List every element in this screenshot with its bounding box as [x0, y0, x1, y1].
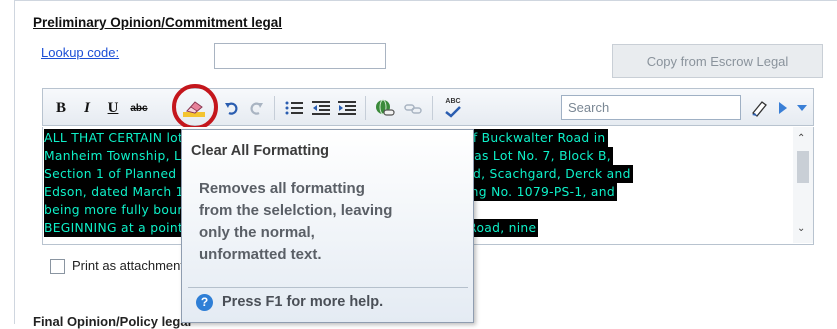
final-section-title: Final Opinion/Policy legal	[33, 314, 192, 329]
chevron-down-icon	[797, 105, 807, 111]
increase-indent-icon	[338, 101, 356, 115]
dropdown-button[interactable]	[794, 97, 810, 119]
tooltip-body: Removes all formatting from the selelcti…	[199, 180, 393, 263]
copy-from-escrow-legal-button[interactable]: Copy from Escrow Legal	[612, 44, 823, 78]
scroll-thumb[interactable]	[797, 151, 809, 183]
remove-link-button[interactable]	[402, 97, 424, 119]
undo-button[interactable]	[223, 97, 241, 119]
highlighter-icon	[752, 101, 767, 117]
spell-check-label: ABC	[445, 98, 461, 105]
decrease-indent-icon	[312, 101, 330, 115]
search-input[interactable]: Search	[561, 95, 741, 120]
redo-icon	[250, 102, 263, 115]
toolbar-separator	[432, 96, 433, 120]
tooltip-title: Clear All Formatting	[191, 143, 330, 159]
underline-button[interactable]: U	[105, 97, 121, 119]
decrease-indent-button[interactable]	[311, 97, 331, 119]
tooltip-help-text: Press F1 for more help.	[222, 294, 384, 310]
increase-indent-button[interactable]	[337, 97, 357, 119]
section-title: Preliminary Opinion/Commitment legal	[33, 15, 283, 30]
insert-link-icon	[376, 99, 395, 116]
print-as-attachment-label: Print as attachment	[72, 258, 184, 273]
scroll-down-icon[interactable]: ⌄	[797, 223, 805, 234]
bold-button[interactable]: B	[53, 97, 69, 119]
spell-check-icon	[445, 106, 461, 118]
lookup-code-input[interactable]	[214, 43, 386, 69]
undo-icon	[225, 102, 238, 115]
highlighter-button[interactable]	[749, 97, 771, 119]
bulleted-list-icon	[285, 101, 303, 115]
redo-button[interactable]	[247, 97, 265, 119]
italic-button[interactable]: I	[79, 97, 95, 119]
editor-toolbar: B I U abc ABC Search	[42, 88, 814, 126]
bulleted-list-button[interactable]	[284, 97, 304, 119]
insert-link-button[interactable]	[374, 97, 396, 119]
print-as-attachment-checkbox[interactable]	[50, 259, 65, 274]
remove-link-icon	[404, 104, 422, 114]
help-icon: ?	[196, 294, 213, 311]
lookup-code-link[interactable]: Lookup code:	[41, 45, 119, 60]
spell-check-button[interactable]: ABC	[441, 97, 465, 119]
play-button[interactable]	[776, 97, 790, 119]
callout-circle	[172, 84, 218, 130]
play-icon	[779, 102, 787, 114]
tooltip-divider	[188, 287, 468, 288]
toolbar-separator	[274, 96, 275, 120]
toolbar-separator	[365, 96, 366, 120]
vertical-scrollbar[interactable]: ⌃ ⌄	[793, 127, 813, 243]
tooltip: Clear All Formatting Removes all formatt…	[181, 129, 474, 323]
scroll-up-icon[interactable]: ⌃	[797, 133, 805, 144]
strikethrough-button[interactable]: abc	[129, 97, 149, 119]
